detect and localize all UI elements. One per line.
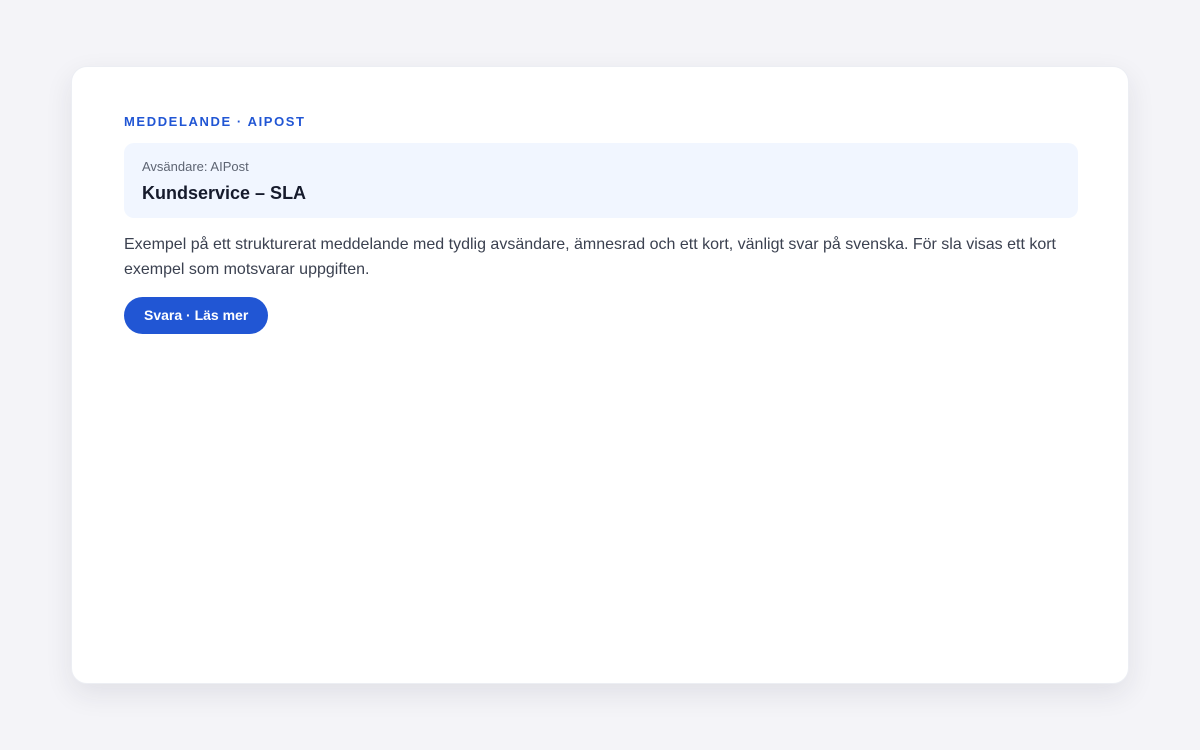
message-header: Avsändare: AIPost Kundservice – SLA	[124, 143, 1078, 218]
message-body: Exempel på ett strukturerat meddelande m…	[124, 236, 1056, 278]
message-eyebrow: Meddelande · AIPost	[124, 114, 306, 129]
message-card: Meddelande · AIPost Avsändare: AIPost Ku…	[71, 66, 1129, 684]
reply-read-more-button[interactable]: Svara · Läs mer	[124, 297, 269, 334]
page: { "card": { "eyebrow": "Meddelande · AIP…	[0, 0, 1200, 750]
subject-line: Kundservice – SLA	[142, 183, 307, 203]
sender-label: Avsändare: AIPost	[142, 159, 249, 174]
